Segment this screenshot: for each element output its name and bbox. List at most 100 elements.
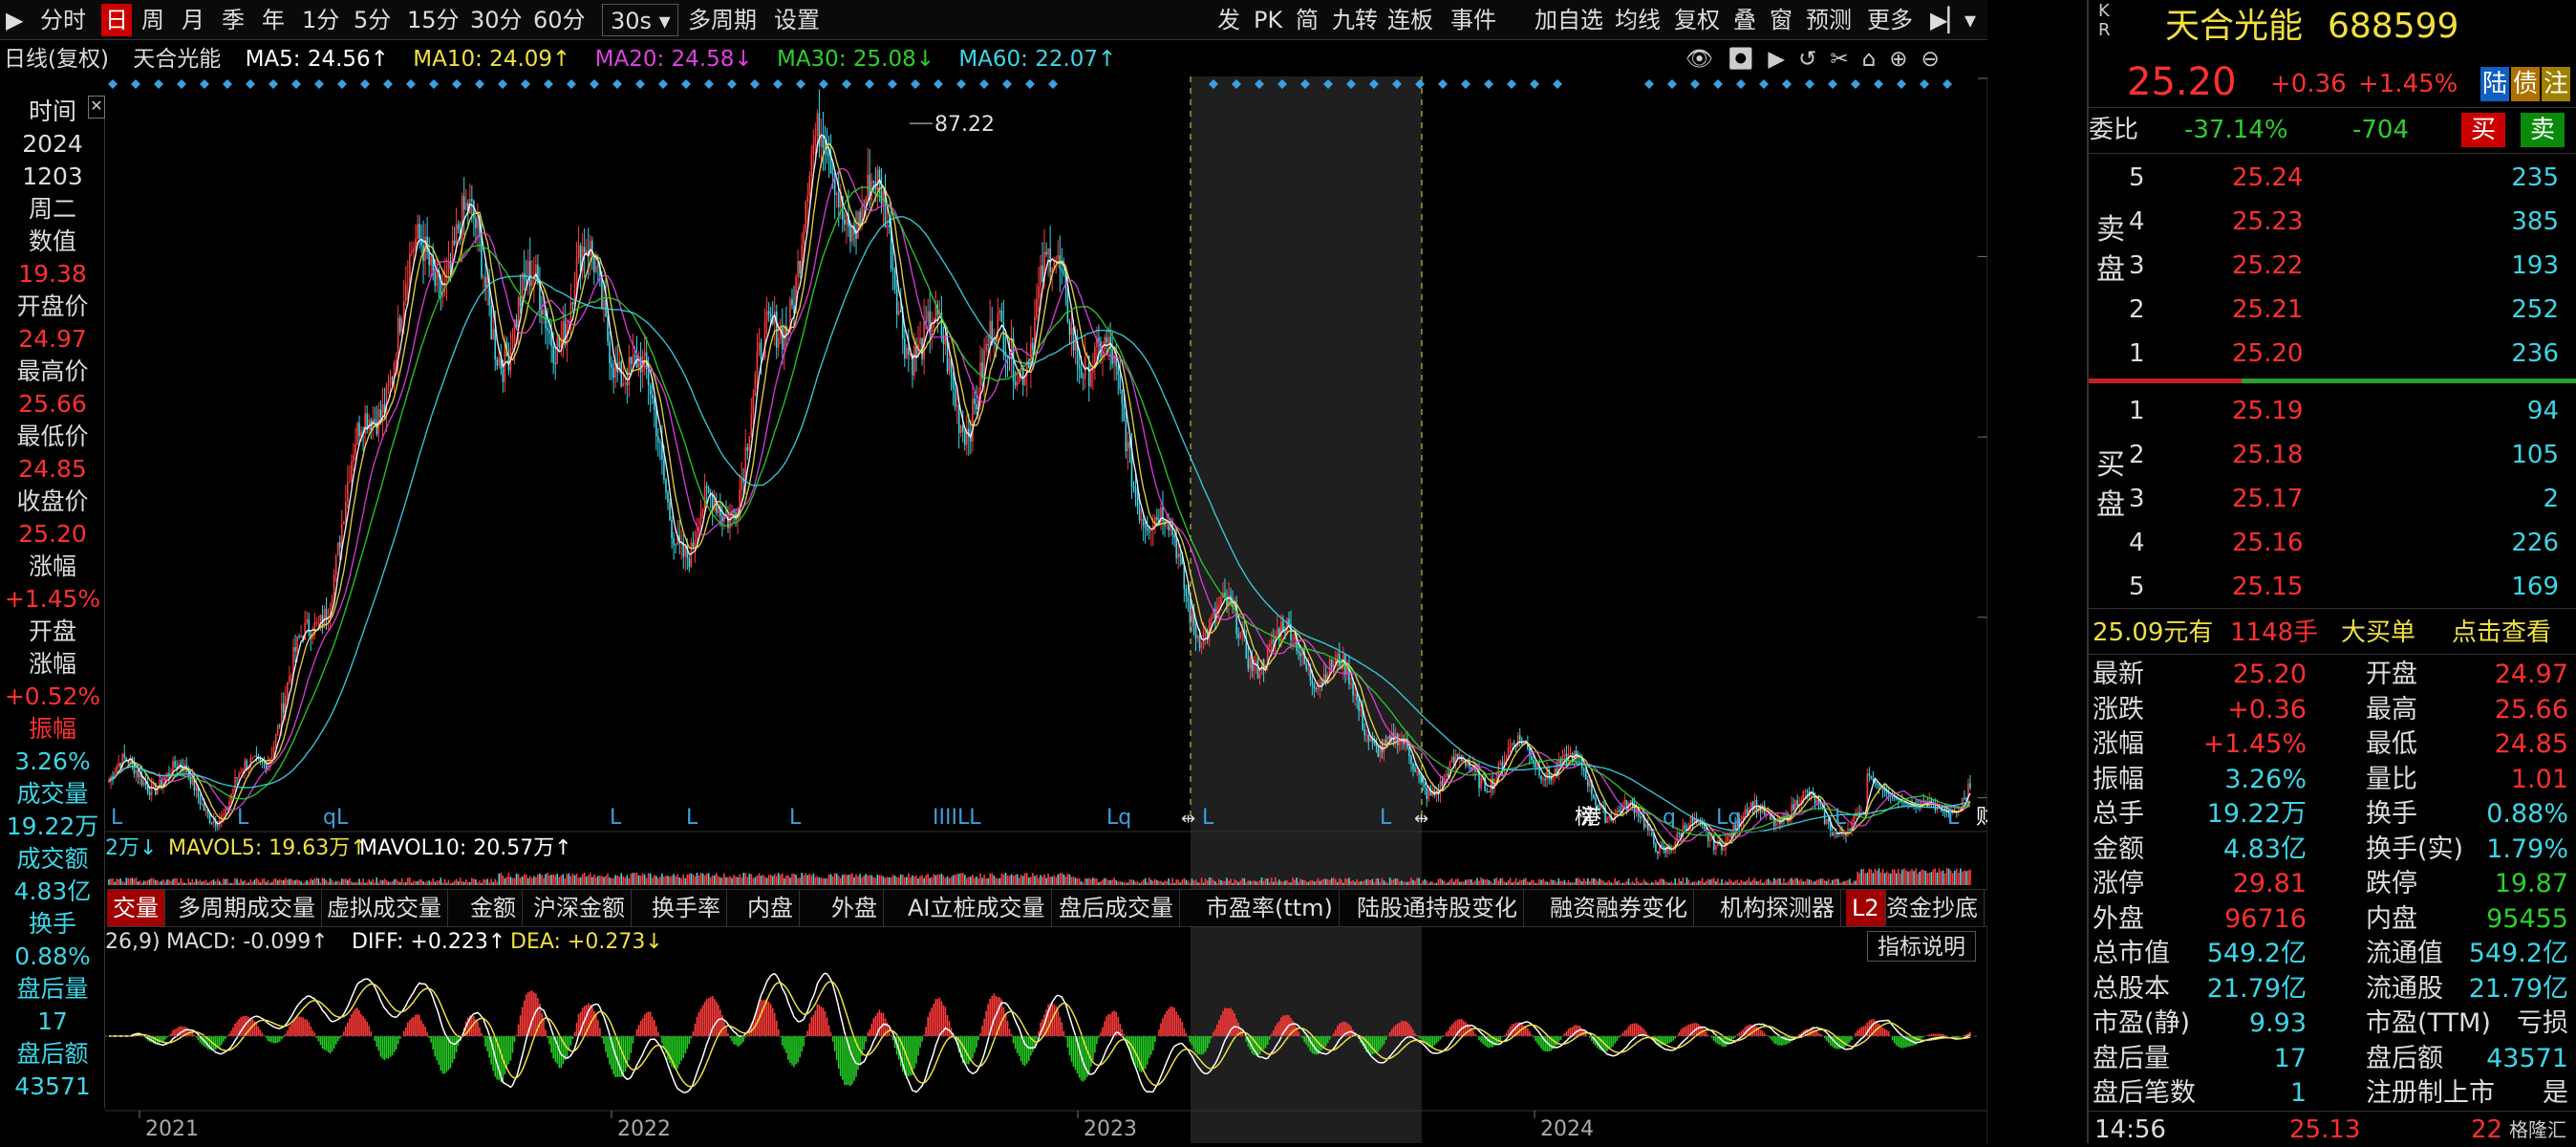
period-tab[interactable]: 分时 bbox=[40, 4, 86, 36]
tool-button[interactable]: 加自选 bbox=[1535, 4, 1603, 36]
sell-level-row[interactable]: 425.23385 bbox=[2089, 205, 2576, 239]
buy-level-row[interactable]: 525.15169 bbox=[2089, 570, 2576, 604]
candle-body bbox=[1321, 682, 1323, 683]
tool-button[interactable]: 均线 bbox=[1615, 4, 1661, 36]
indicator-tab[interactable]: 盘后成交量 bbox=[1053, 890, 1180, 926]
volume-bar bbox=[1327, 879, 1329, 885]
chevron-down-icon[interactable]: ▾ bbox=[1964, 4, 1976, 36]
indicator-tab[interactable]: 交量 bbox=[107, 890, 165, 926]
tool-button[interactable]: 叠 bbox=[1733, 4, 1756, 36]
close-icon[interactable]: ✕ bbox=[88, 96, 105, 119]
buy-volume: 2 bbox=[2543, 482, 2559, 516]
candle-body bbox=[879, 170, 881, 178]
settings-button[interactable]: 设置 bbox=[774, 4, 820, 36]
volume-bar bbox=[1896, 874, 1898, 885]
tag-zhai[interactable]: 债 bbox=[2511, 67, 2540, 101]
volume-bar bbox=[1292, 877, 1294, 885]
macd-histogram-bar bbox=[1325, 1036, 1327, 1047]
period-tab[interactable]: 季 bbox=[222, 4, 245, 36]
volume-bar bbox=[1747, 880, 1749, 885]
sell-level-row[interactable]: 525.24235 bbox=[2089, 161, 2576, 195]
tool-button[interactable]: 预测 bbox=[1806, 4, 1852, 36]
volume-bar bbox=[1278, 879, 1280, 885]
sell-level-row[interactable]: 325.22193 bbox=[2089, 249, 2576, 283]
sell-level-row[interactable]: 125.20236 bbox=[2089, 336, 2576, 371]
tool-button[interactable]: 更多 bbox=[1867, 4, 1913, 36]
collapse-icon[interactable]: ▶▏ bbox=[1930, 4, 1965, 36]
chart-tool-icons[interactable]: 👁⏺▶↺✂⌂⊕⊖ bbox=[1685, 42, 1953, 76]
period-tab[interactable]: 1分 bbox=[302, 4, 339, 36]
tool-button[interactable]: 复权 bbox=[1674, 4, 1720, 36]
indicator-tab[interactable]: AI立桩成交量 bbox=[902, 890, 1052, 926]
indicator-tab[interactable]: 市盈率(ttm) bbox=[1200, 890, 1340, 926]
indicator-tab[interactable]: 内盘 bbox=[741, 890, 800, 926]
indicator-tab[interactable]: 金额 bbox=[464, 890, 523, 926]
period-tab[interactable]: 30分 bbox=[470, 4, 523, 36]
volume-bar bbox=[382, 880, 384, 885]
indicator-tab[interactable]: 融资融券变化 bbox=[1544, 890, 1694, 926]
nav-arrow-icon[interactable]: ▶ bbox=[6, 4, 23, 36]
period-tab-selected[interactable]: 日 bbox=[101, 4, 132, 36]
period-tab[interactable]: 周 bbox=[141, 4, 164, 36]
buy-level-row[interactable]: 325.172 bbox=[2089, 482, 2576, 516]
indicator-help-button[interactable]: 指标说明 bbox=[1867, 931, 1976, 962]
volume-bar bbox=[1350, 881, 1352, 885]
macd-histogram-bar bbox=[552, 1036, 554, 1058]
macd-histogram-bar bbox=[1179, 1018, 1181, 1036]
interval-select[interactable]: 30s ▾ bbox=[602, 4, 678, 36]
sell-level-row[interactable]: 225.21252 bbox=[2089, 292, 2576, 327]
indicator-tab[interactable]: 陆股通持股变化 bbox=[1351, 890, 1524, 926]
volume-bar bbox=[1294, 880, 1296, 885]
volume-bar bbox=[1081, 881, 1083, 885]
tool-button[interactable]: 窗 bbox=[1770, 4, 1792, 36]
macd-histogram-bar bbox=[1109, 1014, 1111, 1036]
indicator-tab[interactable]: 沪深金额 bbox=[527, 890, 632, 926]
period-tab[interactable]: 60分 bbox=[533, 4, 586, 36]
volume-bar bbox=[1839, 882, 1841, 885]
candle-body bbox=[417, 224, 419, 239]
volume-bar bbox=[1814, 881, 1816, 885]
period-tab[interactable]: 15分 bbox=[407, 4, 460, 36]
period-tab[interactable]: 5分 bbox=[354, 4, 391, 36]
indicator-tab[interactable]: 外盘 bbox=[826, 890, 884, 926]
volume-bar bbox=[1043, 875, 1045, 885]
tool-button[interactable]: 事件 bbox=[1450, 4, 1496, 36]
kr-icon[interactable]: KR bbox=[2098, 2, 2111, 40]
volume-bar bbox=[1234, 879, 1235, 885]
volume-bar bbox=[378, 882, 380, 885]
volume-bar bbox=[123, 882, 125, 885]
tool-button[interactable]: 九转 bbox=[1332, 4, 1378, 36]
period-tab[interactable]: 年 bbox=[262, 4, 285, 36]
tool-button[interactable]: 连板 bbox=[1387, 4, 1433, 36]
tag-lu[interactable]: 陆 bbox=[2480, 67, 2509, 101]
candle-body bbox=[1794, 800, 1796, 810]
indicator-tab[interactable]: 多周期成交量 bbox=[172, 890, 322, 926]
tool-button[interactable]: 发 bbox=[1217, 4, 1240, 36]
buy-level-row[interactable]: 225.18105 bbox=[2089, 438, 2576, 472]
buy-level-row[interactable]: 425.16226 bbox=[2089, 526, 2576, 560]
volume-bar bbox=[580, 877, 582, 885]
tool-button[interactable]: 简 bbox=[1296, 4, 1319, 36]
candle-body bbox=[1147, 528, 1148, 530]
indicator-tab[interactable]: 资金抄底 bbox=[1880, 890, 1985, 926]
event-diamond-icon bbox=[1667, 79, 1677, 89]
macd-histogram-bar bbox=[1397, 1024, 1399, 1036]
big-order-link[interactable]: 点击查看 bbox=[2452, 616, 2551, 650]
volume-bar bbox=[682, 875, 684, 885]
volume-bar bbox=[1193, 880, 1195, 885]
candle-body bbox=[1583, 768, 1585, 770]
multi-period-button[interactable]: 多周期 bbox=[688, 4, 757, 36]
sell-button[interactable]: 卖 bbox=[2521, 113, 2565, 147]
macd-param-label: 26,9) bbox=[105, 930, 161, 954]
volume-bar bbox=[1106, 878, 1107, 885]
indicator-tab[interactable]: 虚拟成交量 bbox=[321, 890, 448, 926]
indicator-tab[interactable]: 机构探测器 bbox=[1714, 890, 1841, 926]
tag-zhu[interactable]: 注 bbox=[2542, 67, 2570, 101]
buy-button[interactable]: 买 bbox=[2461, 113, 2505, 147]
buy-level-row[interactable]: 125.1994 bbox=[2089, 394, 2576, 428]
period-tab[interactable]: 月 bbox=[182, 4, 204, 36]
indicator-tab[interactable]: 换手率 bbox=[646, 890, 727, 926]
candle-body bbox=[1536, 766, 1538, 768]
kline-chart[interactable]: 91.3475.0458.5342.0325.5287.22LLqLLLLIII… bbox=[105, 76, 1987, 1143]
tool-button[interactable]: PK bbox=[1254, 4, 1282, 36]
